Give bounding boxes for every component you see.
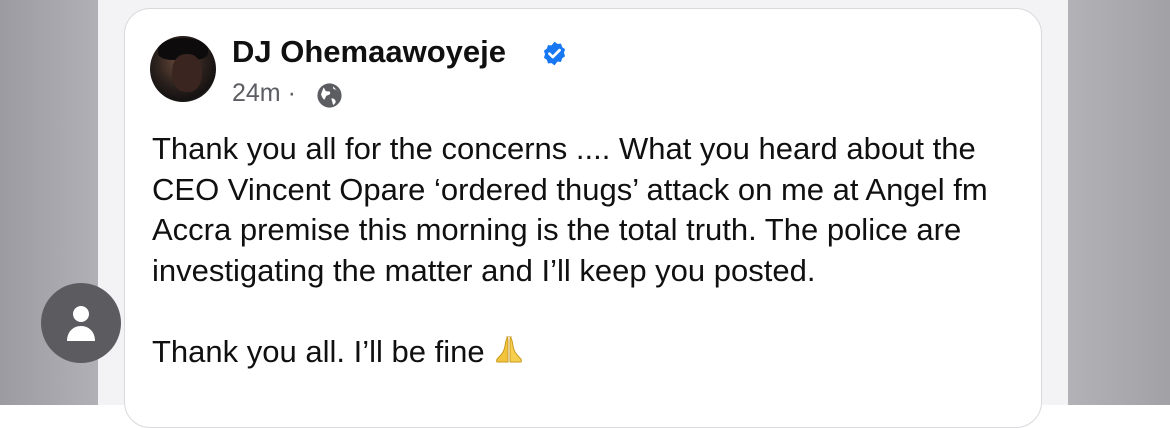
- verified-badge-icon: [543, 41, 566, 66]
- meta-separator: ·: [287, 79, 296, 107]
- folded-hands-icon: [495, 336, 522, 362]
- post-timestamp[interactable]: 24m: [232, 79, 281, 107]
- globe-icon[interactable]: [315, 81, 344, 110]
- post-paragraph: Thank you all. I’ll be fine: [152, 333, 485, 369]
- author-name[interactable]: DJ Ohemaawoyeje: [232, 34, 506, 70]
- author-avatar[interactable]: [150, 36, 216, 102]
- post-paragraph-closing: Thank you all. I’ll be fine: [152, 332, 1022, 373]
- person-icon: [67, 306, 95, 341]
- chat-head-bubble[interactable]: [41, 283, 121, 363]
- post-body: Thank you all for the concerns .... What…: [152, 129, 1022, 372]
- post-paragraph: Thank you all for the concerns .... What…: [152, 131, 988, 288]
- post-meta: 24m ·: [232, 79, 296, 108]
- background-right: [1068, 0, 1170, 405]
